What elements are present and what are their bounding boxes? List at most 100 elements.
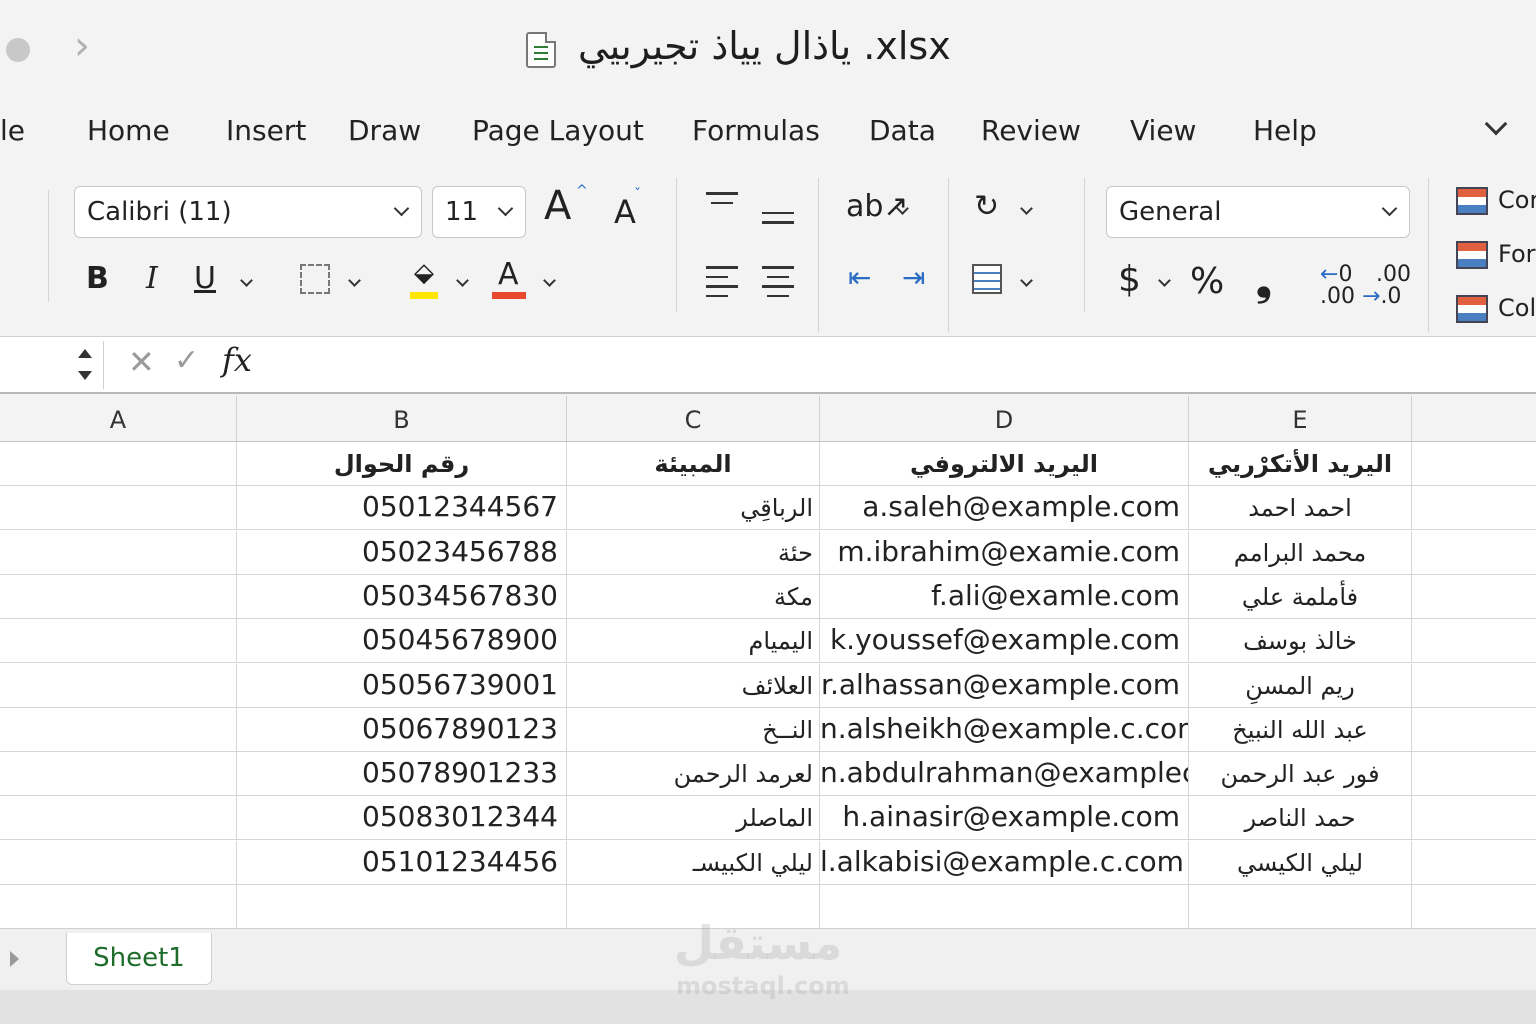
enter-check-icon[interactable]: ✓ <box>174 343 199 378</box>
underline-button[interactable]: U <box>194 264 216 294</box>
underline-chevron-icon[interactable] <box>240 274 253 287</box>
increase-decimal-button[interactable]: ←0.00 <box>1320 264 1355 308</box>
cell-d7[interactable]: n.alsheikh@example.c.com <box>820 707 1189 752</box>
format-as-table-button[interactable]: For <box>1456 240 1536 269</box>
cell-e7[interactable]: عبد الله النبيخ <box>1189 707 1412 752</box>
font-color-button[interactable]: A <box>498 260 519 290</box>
cell-d10[interactable]: l.alkabisi@example.c.com <box>820 840 1189 885</box>
cell-c5[interactable]: اليميام <box>567 619 820 664</box>
cell-c8[interactable]: لعرمد الرحمن <box>567 752 820 797</box>
cell-d4[interactable]: f.ali@examle.com <box>820 574 1189 619</box>
cell-e9[interactable]: حمد الناصر <box>1189 796 1412 841</box>
cell-f7[interactable] <box>1412 708 1536 752</box>
cell-f4[interactable] <box>1412 575 1536 619</box>
align-center-icon[interactable] <box>762 266 794 304</box>
font-name-dropdown[interactable]: Calibri (11) <box>74 186 422 238</box>
cell-f6[interactable] <box>1412 664 1536 708</box>
font-size-dropdown[interactable]: 11 <box>432 186 526 238</box>
increase-indent-icon[interactable]: ⇥ <box>902 264 925 292</box>
worksheet-grid[interactable]: A B C D E رقم الحوال المبيئة اليريد الالتر… <box>0 396 1536 929</box>
column-header-e[interactable]: E <box>1189 396 1412 442</box>
column-header-b[interactable]: B <box>237 396 567 442</box>
tab-home[interactable]: Home <box>87 114 170 147</box>
cell-c2[interactable]: الرباقِي <box>567 486 820 531</box>
fill-color-icon[interactable]: ⬙ <box>414 260 434 286</box>
cell-b1[interactable]: رقم الحوال <box>237 442 567 486</box>
stepper-up-icon[interactable] <box>78 349 92 358</box>
window-close-button[interactable] <box>6 38 30 62</box>
cell-c6[interactable]: العلائف <box>567 663 820 708</box>
decrease-indent-icon[interactable]: ⇤ <box>848 264 871 292</box>
font-color-chevron-icon[interactable] <box>543 274 556 287</box>
bold-button[interactable]: B <box>86 264 109 294</box>
tab-view[interactable]: View <box>1130 114 1196 147</box>
cell-d2[interactable]: a.saleh@example.com <box>820 486 1189 531</box>
align-left-icon[interactable] <box>706 266 738 304</box>
cell-a7[interactable] <box>0 707 237 752</box>
stepper-down-icon[interactable] <box>78 371 92 380</box>
cell-b7[interactable]: 05067890123 <box>237 707 567 752</box>
cell-a1[interactable] <box>0 442 237 486</box>
cell-c10[interactable]: ليلي الكبيسـ <box>567 840 820 885</box>
cell-f5[interactable] <box>1412 619 1536 664</box>
borders-icon[interactable] <box>300 264 330 294</box>
cell-a10[interactable] <box>0 840 237 885</box>
cell-e6[interactable]: ريم المسنِ <box>1189 663 1412 708</box>
cell-e10[interactable]: ليلي الكيسي <box>1189 840 1412 885</box>
tab-formulas[interactable]: Formulas <box>692 114 820 147</box>
cell-d11[interactable] <box>820 885 1189 929</box>
align-middle-icon[interactable] <box>762 202 794 231</box>
cell-b5[interactable]: 05045678900 <box>237 619 567 664</box>
cell-b8[interactable]: 05078901233 <box>237 752 567 797</box>
wrap-text-icon[interactable]: ↻ <box>974 192 999 222</box>
cell-e8[interactable]: فور عبد الرحمن <box>1189 752 1412 797</box>
cell-a3[interactable] <box>0 530 237 575</box>
number-format-dropdown[interactable]: General <box>1106 186 1410 238</box>
cell-f10[interactable] <box>1412 841 1536 885</box>
cell-b3[interactable]: 05023456788 <box>237 530 567 575</box>
cell-c7[interactable]: النــخ <box>567 707 820 752</box>
fill-color-chevron-icon[interactable] <box>456 274 469 287</box>
cell-a8[interactable] <box>0 752 237 797</box>
cell-b10[interactable]: 05101234456 <box>237 840 567 885</box>
cell-b2[interactable]: 05012344567 <box>237 486 567 531</box>
merge-cells-chevron-icon[interactable] <box>1020 274 1033 287</box>
cell-f8[interactable] <box>1412 752 1536 797</box>
column-header-a[interactable]: A <box>0 396 237 442</box>
cell-e1[interactable]: اليريد الأتكرْريي <box>1189 442 1412 486</box>
cancel-icon[interactable]: ✕ <box>128 343 155 381</box>
cell-c3[interactable]: حئة <box>567 530 820 575</box>
conditional-formatting-button[interactable]: Cor <box>1456 186 1536 215</box>
cell-b6[interactable]: 05056739001 <box>237 663 567 708</box>
column-header-d[interactable]: D <box>820 396 1189 442</box>
cell-c1[interactable]: المبيئة <box>567 442 820 486</box>
currency-button[interactable]: $ <box>1118 262 1141 298</box>
forward-chevron-icon[interactable]: › <box>74 26 90 66</box>
cell-b9[interactable]: 05083012344 <box>237 796 567 841</box>
cell-e3[interactable]: محمد البرامم <box>1189 530 1412 575</box>
tab-draw[interactable]: Draw <box>348 114 421 147</box>
tab-page-layout[interactable]: Page Layout <box>472 114 644 147</box>
cell-d3[interactable]: m.ibrahim@examie.com <box>820 530 1189 575</box>
cell-e5[interactable]: خالذ بوسف <box>1189 619 1412 664</box>
cell-a4[interactable] <box>0 574 237 619</box>
cell-a9[interactable] <box>0 796 237 841</box>
cell-e4[interactable]: فأملمة علي <box>1189 574 1412 619</box>
tab-insert[interactable]: Insert <box>226 114 306 147</box>
cell-e11[interactable] <box>1189 885 1412 929</box>
cell-a11[interactable] <box>0 885 237 929</box>
decrease-decimal-button[interactable]: .00 →.0 <box>1362 264 1411 308</box>
cell-d9[interactable]: h.ainasir@example.com <box>820 796 1189 841</box>
italic-button[interactable]: I <box>146 264 158 294</box>
cell-c9[interactable]: الماصلر <box>567 796 820 841</box>
borders-chevron-icon[interactable] <box>348 274 361 287</box>
cell-d5[interactable]: k.youssef@example.com <box>820 619 1189 664</box>
align-top-icon[interactable] <box>706 192 738 221</box>
name-box[interactable] <box>0 341 104 389</box>
grow-font-button[interactable]: A <box>544 186 571 226</box>
tab-file[interactable]: le <box>0 114 25 147</box>
wrap-text-chevron-icon[interactable] <box>1020 202 1033 215</box>
tab-data[interactable]: Data <box>869 114 936 147</box>
merge-cells-icon[interactable] <box>972 264 1002 294</box>
comma-style-button[interactable]: ❟ <box>1256 262 1272 302</box>
